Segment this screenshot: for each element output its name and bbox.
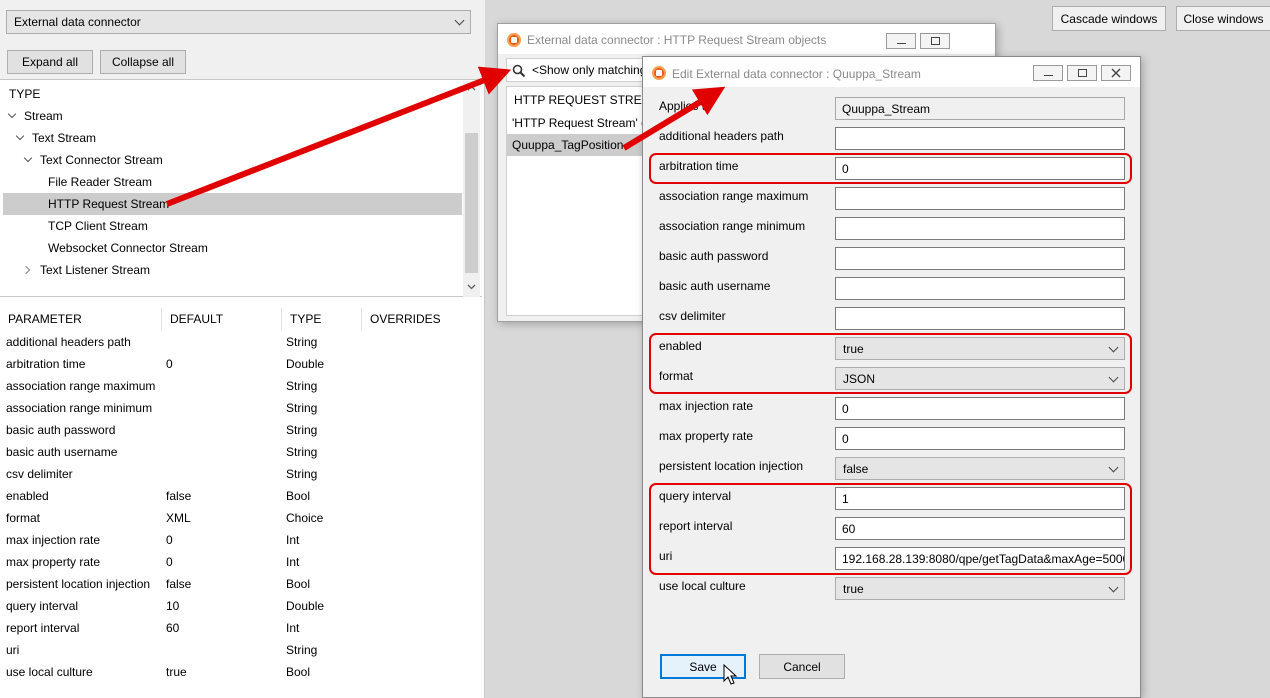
arrow-tree-to-objects — [165, 66, 512, 207]
annotation-arrows — [165, 66, 726, 207]
arrow-objects-to-edit — [622, 86, 726, 151]
